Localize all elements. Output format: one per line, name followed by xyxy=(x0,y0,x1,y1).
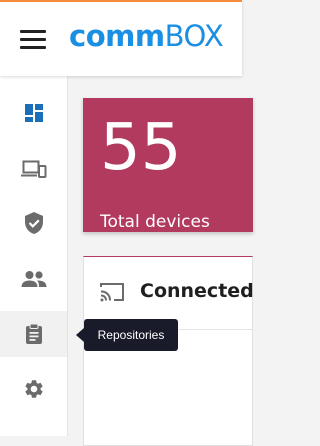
connected-card-title: Connected xyxy=(140,280,254,302)
sidebar-item-repositories[interactable] xyxy=(0,311,67,357)
tooltip-arrow xyxy=(76,328,84,342)
sidebar-item-dashboard[interactable] xyxy=(0,90,67,136)
logo-light-text: BOX xyxy=(164,19,224,53)
hamburger-menu-icon[interactable] xyxy=(18,27,48,53)
cast-icon xyxy=(100,283,124,302)
total-devices-label: Total devices xyxy=(100,212,210,232)
clipboard-icon xyxy=(25,323,42,344)
sidebar-item-settings[interactable] xyxy=(0,366,67,412)
sidebar-item-devices[interactable] xyxy=(0,146,67,192)
gear-icon xyxy=(24,380,43,398)
main-content: 55 Total devices Connected xyxy=(68,76,254,446)
top-bar: comm BOX xyxy=(0,0,242,76)
dashboard-icon xyxy=(24,104,43,122)
total-devices-card[interactable]: 55 Total devices xyxy=(83,98,253,232)
total-devices-value: 55 xyxy=(100,111,182,185)
repositories-tooltip: Repositories xyxy=(84,319,178,351)
sidebar-item-security[interactable] xyxy=(0,200,67,246)
shield-check-icon xyxy=(24,212,43,234)
commbox-logo[interactable]: comm BOX xyxy=(69,19,224,61)
sidebar xyxy=(0,76,68,436)
devices-icon xyxy=(20,160,46,178)
connected-card: Connected xyxy=(83,256,254,446)
sidebar-item-users[interactable] xyxy=(0,256,67,302)
people-icon xyxy=(21,271,46,287)
logo-bold-text: comm xyxy=(69,19,165,53)
